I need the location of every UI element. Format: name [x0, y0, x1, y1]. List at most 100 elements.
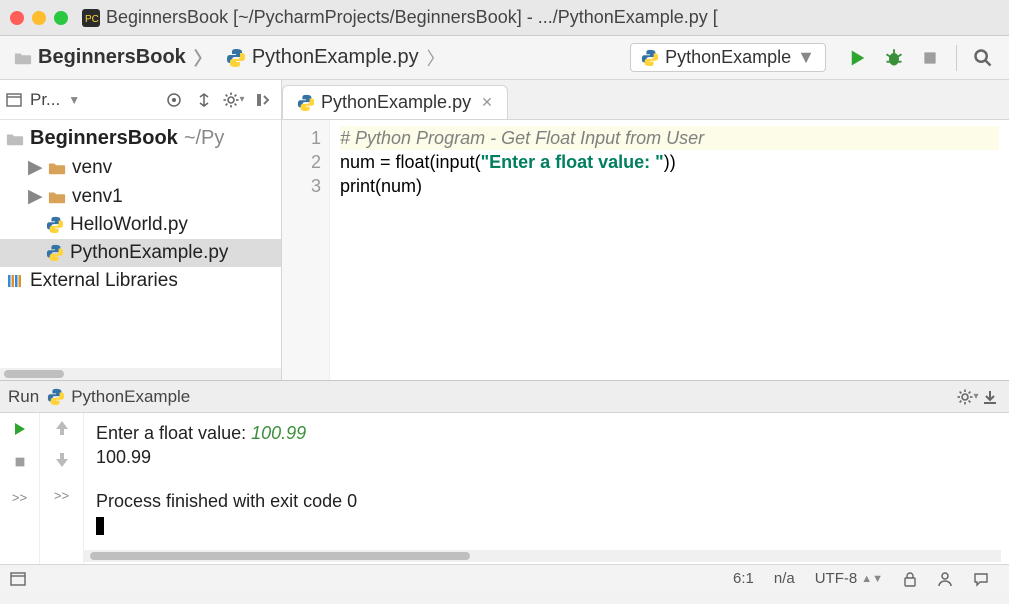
breadcrumb-item-file[interactable]: PythonExample.py 〉: [220, 41, 453, 75]
line-separator[interactable]: n/a: [774, 570, 795, 587]
project-toolbar-label[interactable]: Pr...: [30, 90, 60, 110]
stop-run-button[interactable]: [13, 455, 27, 469]
tree-root-path: ~/Py: [184, 127, 225, 150]
locate-button[interactable]: [163, 89, 185, 111]
console-exit-line: Process finished with exit code 0: [96, 489, 997, 513]
breadcrumb-item-project[interactable]: BeginnersBook 〉: [8, 41, 220, 75]
statusbar: 6:1 n/a UTF-8 ▲▼: [0, 564, 1009, 592]
console-caret: [96, 517, 104, 535]
editor-tab-label: PythonExample.py: [321, 92, 471, 113]
tree-item-file[interactable]: HelloWorld.py: [0, 211, 281, 239]
search-icon: [973, 48, 993, 68]
maximize-window-button[interactable]: [54, 11, 68, 25]
run-button[interactable]: [844, 44, 872, 72]
python-icon: [641, 49, 659, 67]
minimize-window-button[interactable]: [32, 11, 46, 25]
stop-icon: [13, 455, 27, 469]
chat-icon: [973, 571, 989, 587]
close-tab-button[interactable]: ✕: [481, 94, 493, 111]
play-icon: [12, 421, 28, 437]
chevron-down-icon[interactable]: ▼: [68, 93, 80, 107]
arrow-down-icon: [56, 453, 68, 467]
navigation-toolbar: BeginnersBook 〉 PythonExample.py 〉 Pytho…: [0, 36, 1009, 80]
download-icon: [982, 389, 998, 405]
search-everywhere-button[interactable]: [969, 44, 997, 72]
collapse-all-button[interactable]: [193, 89, 215, 111]
window-mode-icon[interactable]: [10, 572, 26, 586]
folder-icon: [48, 189, 66, 205]
lock-icon: [903, 571, 917, 587]
console-horizontal-scrollbar[interactable]: [84, 550, 1001, 562]
close-window-button[interactable]: [10, 11, 24, 25]
code-token: print(num): [340, 176, 422, 196]
stop-icon: [921, 49, 939, 67]
line-number: 2: [282, 150, 321, 174]
run-panel-prefix[interactable]: Run: [8, 387, 39, 407]
python-icon: [46, 216, 64, 234]
tree-item-label: venv: [72, 157, 112, 179]
code-comment: # Python Program - Get Float Input from …: [340, 128, 704, 148]
code-string: "Enter a float value: ": [481, 152, 664, 172]
editor-tab-active[interactable]: PythonExample.py ✕: [282, 85, 508, 119]
settings-button[interactable]: ▾: [223, 89, 245, 111]
code-token: num = float(input(: [340, 152, 481, 172]
breadcrumb: BeginnersBook 〉 PythonExample.py 〉: [8, 41, 630, 75]
svg-text:PC: PC: [85, 14, 99, 25]
line-number: 1: [282, 126, 321, 150]
rerun-button[interactable]: [12, 421, 28, 437]
stop-button[interactable]: [916, 44, 944, 72]
file-encoding[interactable]: UTF-8 ▲▼: [815, 570, 883, 587]
play-icon: [848, 48, 868, 68]
tree-item-label: PythonExample.py: [70, 242, 228, 264]
code-area[interactable]: # Python Program - Get Float Input from …: [330, 120, 1009, 380]
tree-item-label: External Libraries: [30, 270, 178, 292]
tree-root[interactable]: BeginnersBook ~/Py: [0, 124, 281, 153]
more-run-button[interactable]: >>: [12, 487, 27, 507]
hide-pane-button[interactable]: [253, 89, 275, 111]
tree-item-label: venv1: [72, 186, 123, 208]
python-icon: [46, 244, 64, 262]
folder-icon: [14, 50, 32, 66]
cursor-position[interactable]: 6:1: [733, 570, 754, 587]
tree-item-label: HelloWorld.py: [70, 214, 188, 236]
chevron-right-icon: 〉: [427, 45, 445, 71]
encoding-label: UTF-8: [815, 570, 858, 587]
project-tree[interactable]: BeginnersBook ~/Py ▶ venv ▶ venv1 HelloW…: [0, 120, 281, 368]
run-configuration-selector[interactable]: PythonExample ▼: [630, 43, 826, 72]
expand-arrow-icon[interactable]: ▶: [28, 156, 42, 179]
target-icon: [166, 92, 182, 108]
main-area: Pr... ▼ ▾ BeginnersBook ~/Py ▶ venv ▶ v: [0, 80, 1009, 380]
expand-arrow-icon[interactable]: ▶: [28, 185, 42, 208]
libraries-icon: [6, 273, 24, 289]
chevron-right-icon: 〉: [194, 45, 212, 71]
tree-item-folder[interactable]: ▶ venv: [0, 153, 281, 182]
project-view-icon: [6, 92, 22, 108]
scroll-down-button[interactable]: [56, 453, 68, 467]
run-panel-title: PythonExample: [71, 387, 190, 407]
debug-button[interactable]: [880, 44, 908, 72]
scroll-up-button[interactable]: [56, 421, 68, 435]
readonly-toggle[interactable]: [903, 571, 917, 587]
project-pane: Pr... ▼ ▾ BeginnersBook ~/Py ▶ venv ▶ v: [0, 80, 282, 380]
more-nav-button[interactable]: >>: [54, 485, 69, 505]
run-settings-button[interactable]: ▾: [957, 386, 979, 408]
project-horizontal-scrollbar[interactable]: [0, 368, 281, 380]
breadcrumb-label: PythonExample.py: [252, 46, 419, 69]
console-output[interactable]: Enter a float value: 100.99 100.99 Proce…: [84, 413, 1009, 564]
python-icon: [297, 94, 315, 112]
run-panel-header: Run PythonExample ▾: [0, 381, 1009, 413]
git-user-indicator[interactable]: [937, 571, 953, 587]
code-editor[interactable]: 1 2 3 # Python Program - Get Float Input…: [282, 120, 1009, 380]
project-toolbar: Pr... ▼ ▾: [0, 80, 281, 120]
feedback-button[interactable]: [973, 571, 989, 587]
run-control-gutter: >>: [0, 413, 40, 564]
tree-external-libraries[interactable]: External Libraries: [0, 267, 281, 295]
gear-icon: [223, 92, 239, 108]
tree-item-file-selected[interactable]: PythonExample.py: [0, 239, 281, 267]
chevron-down-icon: ▼: [797, 47, 815, 68]
line-number: 3: [282, 174, 321, 198]
folder-icon: [6, 131, 24, 147]
window-title: BeginnersBook [~/PycharmProjects/Beginne…: [106, 7, 718, 28]
export-button[interactable]: [979, 386, 1001, 408]
tree-item-folder[interactable]: ▶ venv1: [0, 182, 281, 211]
